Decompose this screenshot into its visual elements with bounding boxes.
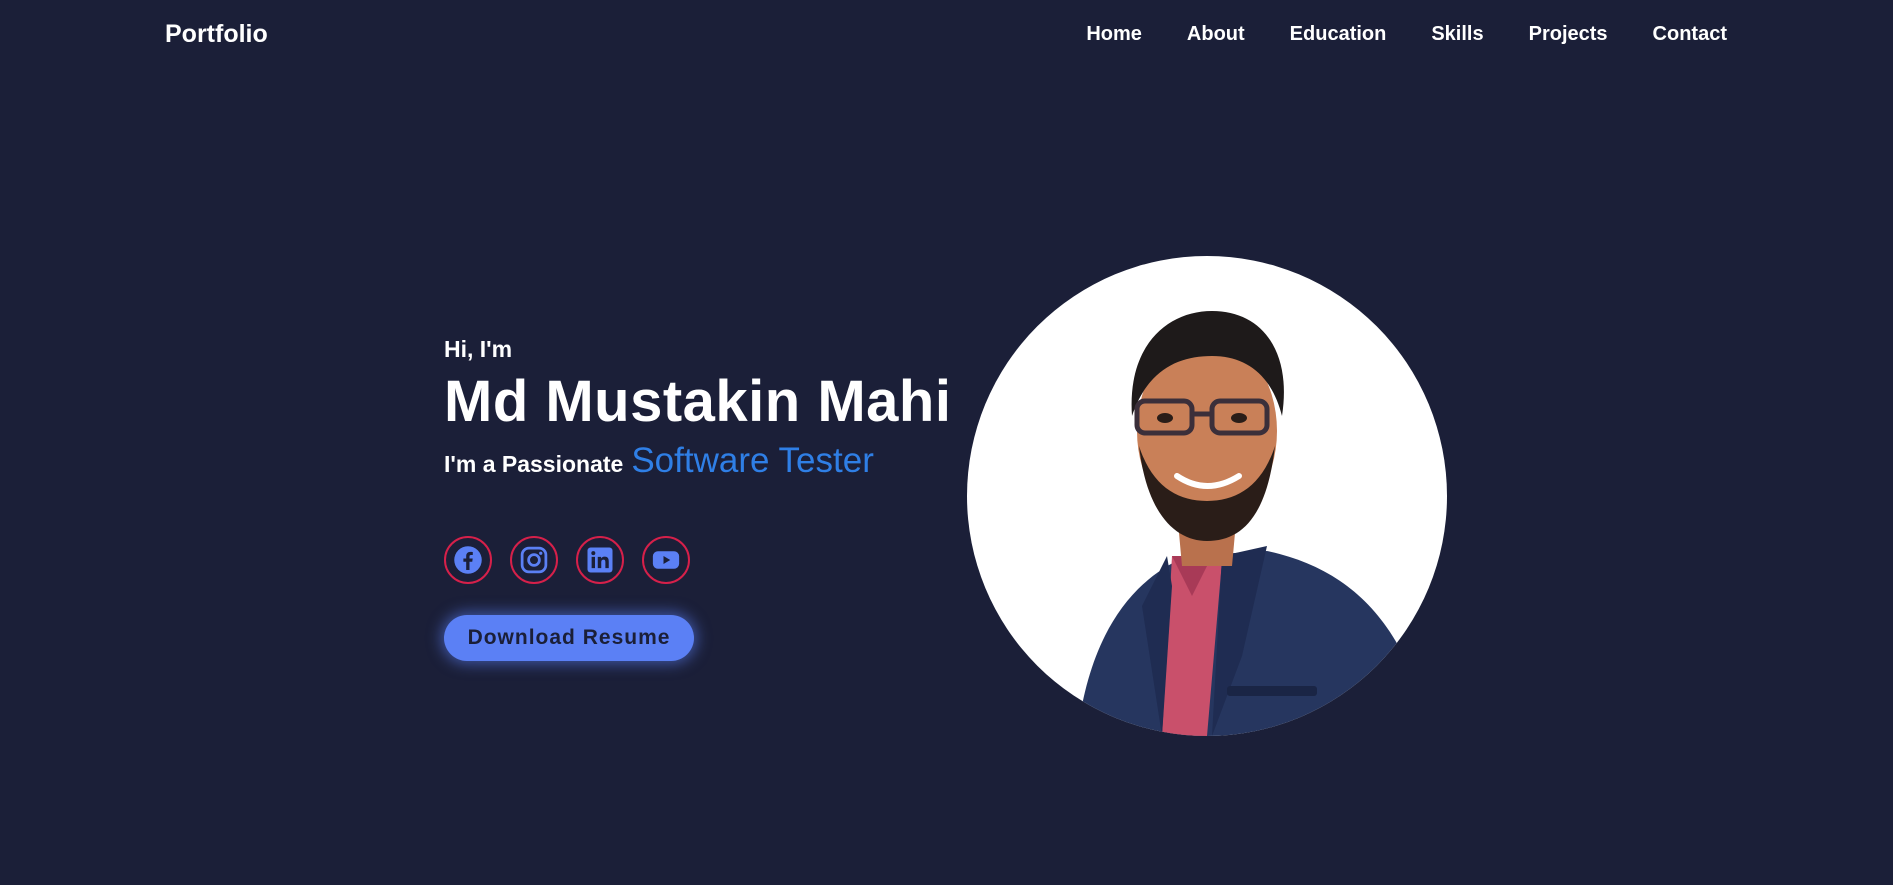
instagram-icon (520, 546, 548, 574)
social-links (444, 536, 690, 584)
youtube-icon (652, 551, 680, 569)
nav-link-about[interactable]: About (1187, 23, 1245, 46)
linkedin-link[interactable] (576, 536, 624, 584)
person-illustration (1077, 311, 1427, 736)
nav-link-projects[interactable]: Projects (1529, 23, 1608, 46)
tagline-prefix: I'm a Passionate (444, 451, 624, 477)
hero-name: Md Mustakin Mahi (444, 369, 952, 434)
profile-photo (967, 256, 1447, 736)
linkedin-icon (587, 547, 613, 573)
youtube-link[interactable] (642, 536, 690, 584)
nav-link-skills[interactable]: Skills (1431, 23, 1483, 46)
download-resume-button[interactable]: Download Resume (444, 615, 694, 661)
instagram-link[interactable] (510, 536, 558, 584)
nav-link-education[interactable]: Education (1290, 23, 1387, 46)
nav-link-contact[interactable]: Contact (1653, 23, 1727, 46)
navbar: Portfolio Home About Education Skills Pr… (0, 0, 1893, 72)
hero-tagline: I'm a Passionate Software Tester (444, 441, 951, 481)
nav-link-home[interactable]: Home (1086, 23, 1142, 46)
tagline-role: Software Tester (631, 441, 874, 480)
facebook-link[interactable] (444, 536, 492, 584)
facebook-icon (454, 546, 482, 574)
brand-logo[interactable]: Portfolio (165, 20, 268, 49)
hero-greeting: Hi, I'm (444, 336, 513, 362)
nav-links: Home About Education Skills Projects Con… (1086, 23, 1727, 46)
hero-intro: Hi, I'm Md Mustakin Mahi I'm a Passionat… (444, 336, 951, 481)
